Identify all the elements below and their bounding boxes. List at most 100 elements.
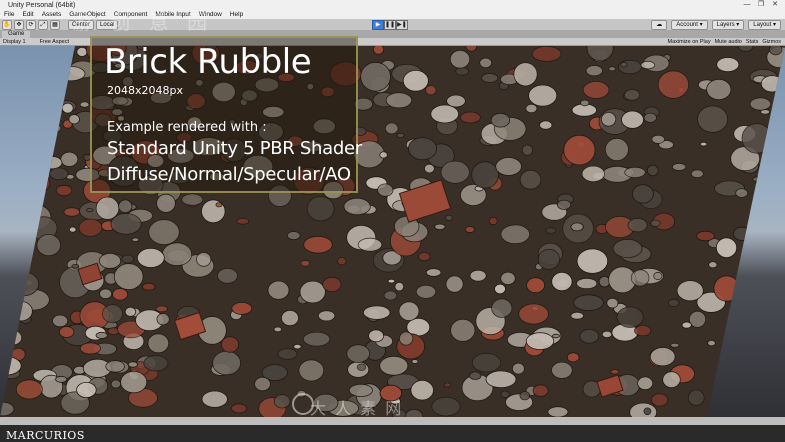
rubble-stone [425, 268, 442, 277]
stats-toggle[interactable]: Stats [746, 39, 759, 45]
close-icon[interactable]: ✕ [769, 1, 781, 9]
rubble-stone [379, 151, 388, 159]
rubble-stone [76, 46, 88, 57]
rubble-stone [455, 66, 470, 76]
cloud-icon[interactable]: ☁ [651, 20, 668, 30]
rubble-stone [749, 97, 772, 111]
rubble-stone [570, 222, 584, 232]
rubble-stone [60, 151, 79, 167]
rubble-stone [216, 267, 238, 284]
rubble-stone [606, 297, 619, 309]
maximize-on-play-toggle[interactable]: Maximize on Play [667, 39, 710, 45]
rubble-stone [306, 196, 335, 222]
rubble-stone [86, 208, 94, 213]
rubble-stone [610, 369, 620, 375]
layout-dropdown[interactable]: Layout ▾ [748, 20, 781, 30]
rubble-stone [632, 184, 654, 204]
rubble-stone [500, 271, 516, 286]
rubble-stone [9, 271, 40, 297]
rubble-stone [445, 275, 464, 293]
rubble-stone [267, 280, 290, 300]
rubble-stone [410, 380, 434, 401]
rubble-stone [141, 282, 156, 291]
rect-tool-icon[interactable]: ▦ [50, 19, 60, 30]
rubble-stone [556, 199, 572, 210]
rubble-stone [4, 330, 23, 346]
step-button[interactable]: ▶❚ [396, 20, 408, 30]
menu-edit[interactable]: Edit [22, 11, 33, 18]
rubble-stone [708, 261, 718, 269]
rubble-stone [725, 400, 743, 412]
rubble-stone [0, 246, 15, 262]
rubble-stone [98, 252, 122, 269]
rubble-stone [273, 394, 291, 409]
rubble-stone [532, 384, 549, 397]
layers-dropdown[interactable]: Layers ▾ [711, 20, 745, 30]
rubble-stone [363, 305, 391, 320]
rubble-stone [317, 310, 336, 322]
rubble-stone [744, 347, 754, 356]
menu-file[interactable]: File [4, 11, 14, 18]
rubble-stone [537, 248, 561, 270]
rubble-stone [469, 371, 482, 380]
rubble-stone [343, 197, 371, 216]
rubble-stone [55, 184, 73, 197]
aspect-select[interactable]: Free Aspect [40, 39, 69, 45]
move-tool-icon[interactable]: ✥ [14, 19, 24, 30]
brand-logo: MARCURIOS [6, 429, 85, 442]
rubble-stone [17, 196, 26, 203]
pause-button[interactable]: ❚❚ [384, 20, 396, 30]
rubble-stone [181, 193, 204, 206]
rubble-stone [161, 242, 193, 267]
menu-help[interactable]: Help [230, 11, 243, 18]
rubble-stone [110, 379, 122, 389]
rubble-stone [254, 376, 271, 392]
maximize-icon[interactable]: ❐ [755, 1, 767, 9]
rubble-stone [280, 309, 299, 327]
rubble-stone [431, 396, 461, 417]
rubble-stone [649, 347, 676, 367]
rubble-stone [742, 315, 775, 338]
rubble-stone [387, 278, 396, 284]
rubble-stone [706, 78, 732, 101]
rubble-stone [299, 280, 326, 304]
display-select[interactable]: Display 1 [3, 39, 26, 45]
rubble-stone [9, 301, 33, 322]
rubble-stone [616, 306, 644, 328]
rubble-stone [402, 69, 429, 92]
rubble-stone [598, 275, 611, 288]
gizmos-dropdown[interactable]: Gizmos [762, 39, 781, 45]
play-button[interactable]: ▶ [372, 20, 384, 30]
rubble-stone [113, 263, 144, 291]
account-dropdown[interactable]: Account ▾ [671, 20, 708, 30]
rubble-stone [518, 303, 549, 325]
rotate-tool-icon[interactable]: ⟳ [26, 19, 36, 30]
rubble-stone [360, 61, 391, 92]
rubble-stone [519, 169, 542, 190]
rubble-stone [519, 391, 531, 401]
rubble-stone [13, 207, 28, 220]
hand-tool-icon[interactable]: ✋ [2, 19, 12, 30]
mute-audio-toggle[interactable]: Mute audio [715, 39, 742, 45]
rubble-stone [220, 336, 239, 353]
rubble-stone [624, 89, 641, 101]
rubble-stone [650, 393, 669, 407]
rubble-stone [302, 331, 331, 347]
rubble-stone [52, 314, 69, 328]
rubble-stone [627, 217, 648, 233]
rubble-stone [13, 118, 28, 132]
rubble-stone [379, 355, 409, 376]
watermark-top: 游 创 意 园 [72, 10, 214, 34]
rubble-stone [521, 144, 534, 156]
minimize-icon[interactable]: — [741, 1, 753, 9]
rubble-stone [415, 284, 437, 299]
rubble-stone [653, 271, 663, 281]
menu-assets[interactable]: Assets [42, 11, 62, 18]
rubble-stone [346, 344, 371, 363]
rubble-stone [582, 81, 610, 99]
tab-game[interactable]: Game [2, 31, 31, 38]
rubble-stone [121, 254, 135, 264]
rubble-stone [20, 58, 52, 83]
rubble-stone [131, 237, 140, 242]
scale-tool-icon[interactable]: ⤢ [38, 19, 48, 30]
